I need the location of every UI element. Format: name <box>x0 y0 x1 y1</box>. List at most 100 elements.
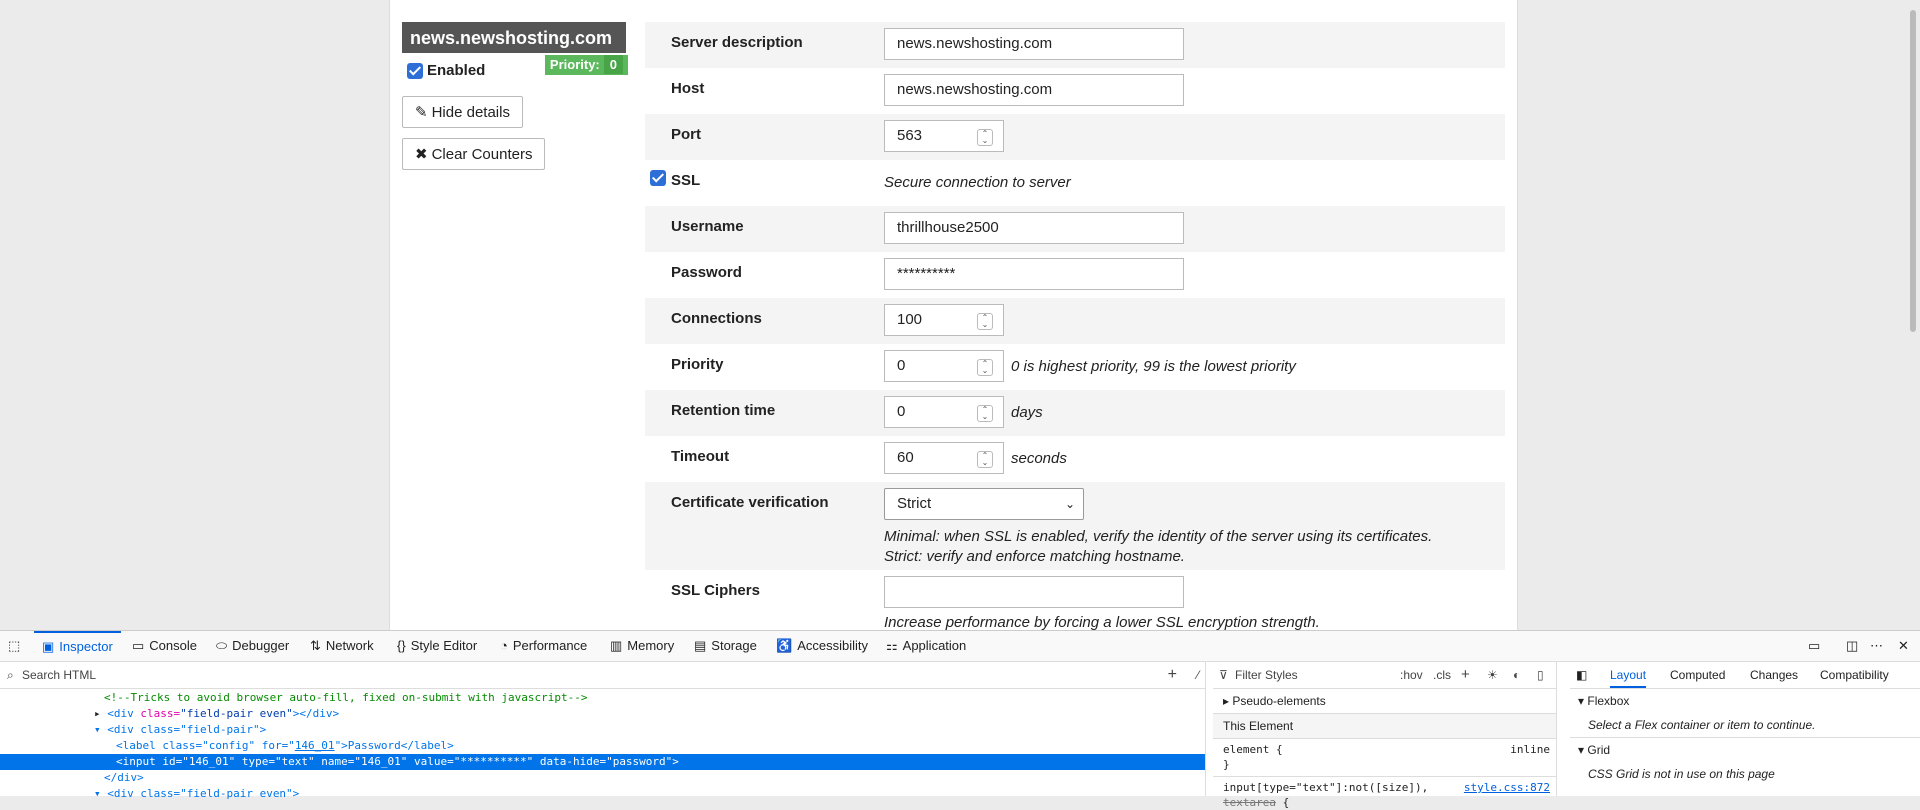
tab-storage[interactable]: ▤ Storage <box>694 631 757 661</box>
field-row-password: Password ********** <box>645 252 1505 298</box>
code-link[interactable]: 146_01 <box>295 739 335 752</box>
code-text: <div class="field-pair even"> <box>107 787 300 800</box>
tab-changes[interactable]: Changes <box>1750 662 1798 688</box>
field-row-ciphers: SSL Ciphers Increase performance by forc… <box>645 570 1505 630</box>
hide-details-button[interactable]: ✎ Hide details <box>402 96 523 128</box>
username-label: Username <box>671 218 744 235</box>
port-stepper[interactable]: ⌃ ⌄ <box>977 129 993 146</box>
devtools-panel: ⬚ ▣ Inspector ▭ Console ⬭ Debugger ⇅ Network… <box>0 630 1920 809</box>
code-tag-end: ></div> <box>292 707 340 720</box>
tab-network[interactable]: ⇅ Network <box>310 631 374 661</box>
tab-computed[interactable]: Computed <box>1670 662 1725 688</box>
flexbox-section[interactable]: ▾ Flexbox <box>1570 689 1920 713</box>
dark-theme-icon[interactable]: ◐ <box>1513 662 1520 688</box>
filter-styles-placeholder: Filter Styles <box>1235 668 1298 682</box>
host-input[interactable]: news.newshosting.com <box>884 74 1184 106</box>
code-line[interactable]: </div> <box>104 770 144 786</box>
filter-styles-input[interactable]: ⊽ Filter Styles :hov .cls + ☀ ◐ ▯ <box>1213 662 1556 689</box>
tab-debugger-label: Debugger <box>232 638 290 653</box>
cert-select-value: Strict <box>897 495 932 512</box>
enabled-checkbox[interactable] <box>407 63 423 79</box>
field-row-host: Host news.newshosting.com <box>645 68 1505 114</box>
description-input[interactable]: news.newshosting.com <box>884 28 1184 60</box>
connections-stepper[interactable]: ⌃ ⌄ <box>977 313 993 330</box>
code-text: <label class="config" for=" <box>116 739 295 752</box>
tab-inspector[interactable]: ▣ Inspector <box>34 631 121 663</box>
close-icon[interactable]: ✕ <box>1898 631 1909 661</box>
ciphers-input[interactable] <box>884 576 1184 608</box>
accessibility-icon: ♿ <box>776 638 793 653</box>
inspector-icon: ▣ <box>42 639 55 654</box>
input-rule-selector: input[type="text"]:not([size]), <box>1223 781 1429 794</box>
port-input[interactable]: 563 ⌃ ⌄ <box>884 120 1004 152</box>
stylesheet-link[interactable]: style.css:872 <box>1464 780 1550 795</box>
tab-style-editor[interactable]: {} Style Editor <box>397 631 477 661</box>
code-line[interactable]: ▾ <div class="field-pair"> <box>94 722 266 738</box>
debugger-icon: ⬭ <box>216 638 228 653</box>
tab-performance-label: Performance <box>512 638 588 653</box>
timeout-input[interactable]: 60 ⌃ ⌄ <box>884 442 1004 474</box>
search-html-placeholder: Search HTML <box>22 668 97 682</box>
tab-debugger[interactable]: ⬭ Debugger <box>216 631 289 661</box>
ssl-note: Secure connection to server <box>884 174 1071 191</box>
input-rule-open: { <box>1282 796 1290 809</box>
input-rule-selector-2: textarea <box>1223 796 1276 809</box>
cert-select[interactable]: Strict ⌄ <box>884 488 1084 520</box>
code-line[interactable]: <label class="config" for="146_01">Passw… <box>116 738 454 754</box>
tab-console[interactable]: ▭ Console <box>132 631 197 661</box>
element-picker-icon[interactable]: ⬚ <box>8 631 24 661</box>
server-config-panel: news.newshosting.com Enabled Priority: 0 … <box>389 0 1518 630</box>
add-node-icon[interactable]: + <box>1168 662 1177 688</box>
element-rule[interactable]: element {} inline <box>1213 739 1556 777</box>
code-comment[interactable]: <!--Tricks to avoid browser auto-fill, f… <box>104 690 587 706</box>
tab-compatibility[interactable]: Compatibility <box>1820 662 1889 688</box>
hov-button[interactable]: :hov <box>1400 662 1423 688</box>
connections-input[interactable]: 100 ⌃ ⌄ <box>884 304 1004 336</box>
more-icon[interactable]: ⋯ <box>1870 631 1883 661</box>
search-html-input[interactable]: ⌕ Search HTML + ⁄ <box>0 662 1205 689</box>
responsive-icon[interactable]: ▭ <box>1808 631 1820 661</box>
password-input[interactable]: ********** <box>884 258 1184 290</box>
priority-badge: Priority: 0 <box>544 55 628 75</box>
enabled-row: Enabled Priority: 0 <box>402 53 628 87</box>
ssl-checkbox[interactable] <box>650 170 666 186</box>
ciphers-label: SSL Ciphers <box>671 582 760 599</box>
light-theme-icon[interactable]: ☀ <box>1487 662 1498 688</box>
username-input[interactable]: thrillhouse2500 <box>884 212 1184 244</box>
priority-input[interactable]: 0 ⌃ ⌄ <box>884 350 1004 382</box>
tab-memory[interactable]: ▥ Memory <box>610 631 674 661</box>
dock-icon[interactable]: ◫ <box>1846 631 1858 661</box>
retention-stepper[interactable]: ⌃ ⌄ <box>977 405 993 422</box>
braces-icon: {} <box>397 638 406 653</box>
add-rule-icon[interactable]: + <box>1461 662 1470 688</box>
priority-stepper[interactable]: ⌃ ⌄ <box>977 359 993 376</box>
page-scrollbar[interactable] <box>1910 10 1916 332</box>
port-value: 563 <box>897 127 923 144</box>
cls-button[interactable]: .cls <box>1433 662 1451 688</box>
timeout-stepper[interactable]: ⌃ ⌄ <box>977 451 993 468</box>
inline-label: inline <box>1510 743 1550 756</box>
clear-counters-button[interactable]: ✖ Clear Counters <box>402 138 546 170</box>
input-rule[interactable]: input[type="text"]:not([size]), textarea … <box>1213 777 1556 809</box>
pseudo-elements-toggle[interactable]: ▸ Pseudo-elements <box>1213 689 1556 714</box>
timeout-note: seconds <box>1011 450 1067 467</box>
eyedropper-icon[interactable]: ⁄ <box>1197 662 1199 688</box>
tab-application[interactable]: ⚏ Application <box>886 631 966 661</box>
grid-section[interactable]: ▾ Grid <box>1570 738 1920 762</box>
tab-performance[interactable]: ◔ Performance <box>500 631 587 661</box>
print-icon[interactable]: ▯ <box>1537 662 1544 688</box>
code-tag: <div <box>107 707 134 720</box>
element-rule-selector: element <box>1223 743 1270 756</box>
rules-pane: ⊽ Filter Styles :hov .cls + ☀ ◐ ▯ ▸ Pseu… <box>1213 662 1557 809</box>
code-line-selected[interactable]: <input id="146_01" type="text" name="146… <box>0 754 1205 770</box>
retention-input[interactable]: 0 ⌃ ⌄ <box>884 396 1004 428</box>
devtools-toolbar: ⬚ ▣ Inspector ▭ Console ⬭ Debugger ⇅ Network… <box>0 631 1920 662</box>
priority-label: Priority <box>671 356 724 373</box>
tab-layout[interactable]: Layout <box>1610 662 1647 688</box>
sidebar-toggle-icon[interactable]: ◧ <box>1576 662 1587 688</box>
code-line[interactable]: ▾ <div class="field-pair even"> <box>94 786 299 802</box>
console-icon: ▭ <box>132 638 145 653</box>
code-line[interactable]: ▸ <div class="field-pair even"></div> <box>94 706 339 722</box>
tab-accessibility[interactable]: ♿ Accessibility <box>776 631 868 661</box>
code-text: <div class="field-pair"> <box>107 723 267 736</box>
